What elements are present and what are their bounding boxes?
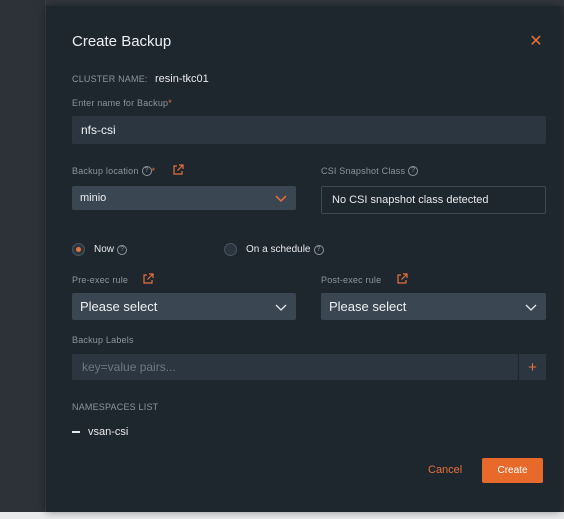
required-mark: * — [151, 166, 156, 176]
backup-location-selected: minio — [80, 192, 107, 204]
radio-now-label: Now — [94, 244, 115, 255]
pre-exec-placeholder: Please select — [80, 299, 158, 314]
cancel-button[interactable]: Cancel — [428, 464, 462, 476]
close-icon[interactable]: ✕ — [528, 34, 544, 50]
dash-icon — [72, 431, 80, 433]
plus-icon[interactable]: + — [518, 354, 546, 380]
cluster-name-label: CLUSTER NAME: — [72, 74, 148, 84]
chevron-down-icon — [525, 304, 537, 311]
backup-name-input[interactable]: nfs-csi — [72, 116, 546, 144]
radio-selected-dot — [76, 247, 81, 252]
required-mark: * — [168, 98, 172, 108]
help-icon[interactable]: ? — [408, 166, 419, 176]
backup-labels-label: Backup Labels — [72, 335, 134, 345]
backup-location-select[interactable]: minio — [72, 186, 296, 210]
radio-schedule-label: On a schedule — [246, 244, 311, 255]
external-link-icon[interactable] — [396, 273, 408, 285]
namespace-item-label: vsan-csi — [88, 426, 129, 438]
csi-snapshot-text: No CSI snapshot class detected — [332, 194, 489, 206]
chevron-down-icon — [275, 195, 287, 203]
post-exec-label: Post-exec rule — [321, 275, 382, 285]
backup-name-label-text: Enter name for Backup — [72, 98, 169, 108]
namespace-item: vsan-csi — [72, 426, 128, 438]
backup-name-label: Enter name for Backup* — [72, 98, 172, 108]
backup-location-label: Backup location ? * — [72, 166, 155, 176]
chevron-down-icon — [275, 304, 287, 311]
create-backup-modal: Create Backup ✕ CLUSTER NAME: resin-tkc0… — [46, 6, 560, 512]
backdrop-sidebar — [0, 0, 46, 519]
radio-on-schedule[interactable]: On a schedule ? — [224, 243, 324, 256]
radio-now[interactable]: Now ? — [72, 243, 128, 256]
backup-labels-placeholder: key=value pairs... — [82, 360, 176, 374]
post-exec-select[interactable]: Please select — [321, 293, 546, 320]
radio-now-circle — [72, 243, 85, 256]
help-icon[interactable]: ? — [313, 244, 324, 255]
csi-snapshot-label-text: CSI Snapshot Class — [321, 166, 406, 176]
pre-exec-select[interactable]: Please select — [72, 293, 296, 320]
external-link-icon[interactable] — [172, 164, 184, 176]
cluster-name-value: resin-tkc01 — [155, 73, 209, 85]
backup-name-input-value: nfs-csi — [81, 123, 116, 137]
pre-exec-label: Pre-exec rule — [72, 275, 129, 285]
modal-title: Create Backup — [72, 33, 172, 50]
help-icon[interactable]: ? — [141, 166, 152, 176]
backup-labels-input[interactable]: key=value pairs... — [72, 354, 518, 380]
csi-snapshot-value: No CSI snapshot class detected — [321, 186, 546, 214]
radio-schedule-circle — [224, 243, 237, 256]
backdrop-footer — [0, 512, 564, 519]
namespaces-label: NAMESPACES LIST — [72, 402, 159, 412]
create-button[interactable]: Create — [482, 458, 543, 483]
csi-snapshot-label: CSI Snapshot Class ? — [321, 166, 419, 176]
post-exec-placeholder: Please select — [329, 299, 407, 314]
external-link-icon[interactable] — [142, 273, 154, 285]
help-icon[interactable]: ? — [117, 244, 128, 255]
backup-location-label-text: Backup location — [72, 166, 139, 176]
